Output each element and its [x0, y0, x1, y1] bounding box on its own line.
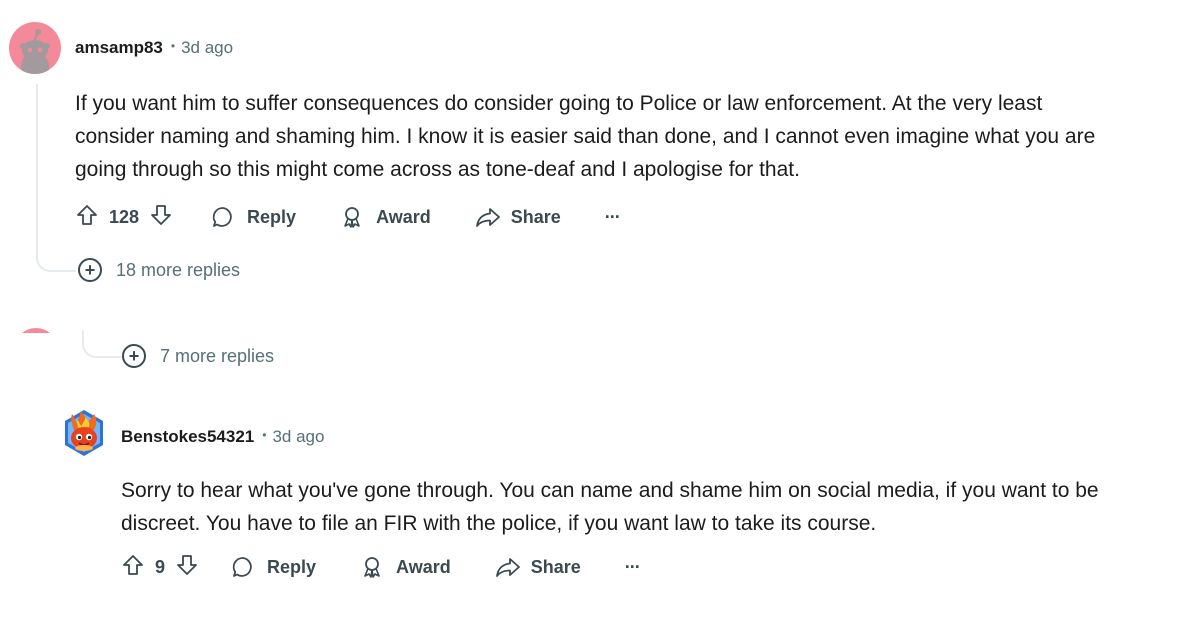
reply-label: Reply: [267, 556, 317, 577]
comment-line: Sorry to hear what you've gone through. …: [121, 479, 1099, 502]
comment-line: discreet. You have to file an FIR with t…: [121, 512, 877, 535]
separator-dot: •: [262, 428, 267, 442]
award-button[interactable]: Award: [340, 205, 431, 229]
avatar[interactable]: [9, 22, 61, 74]
comment-bubble-icon: [211, 205, 235, 229]
downvote-icon[interactable]: [149, 203, 173, 232]
share-button[interactable]: Share: [475, 205, 561, 229]
share-label: Share: [510, 206, 561, 227]
comment-line: going through so this might come across …: [75, 158, 800, 181]
thread-connector: [82, 330, 122, 358]
timestamp[interactable]: 3d ago: [272, 427, 324, 447]
more-replies-button[interactable]: + 18 more replies: [78, 258, 240, 282]
avatar[interactable]: [14, 328, 58, 333]
separator-dot: •: [170, 39, 176, 53]
more-replies-button[interactable]: + 7 more replies: [122, 344, 274, 368]
timestamp[interactable]: 3d ago: [181, 38, 233, 58]
plus-circle-icon: +: [122, 344, 146, 368]
vote-count: 9: [155, 556, 166, 577]
award-icon: [360, 555, 384, 579]
comment-line: If you want him to suffer consequences d…: [75, 92, 1043, 115]
reply-button[interactable]: Reply: [211, 205, 296, 229]
snoo-avatar-icon: [20, 29, 50, 74]
vote-count: 128: [109, 206, 140, 227]
award-button[interactable]: Award: [360, 555, 451, 579]
reply-button[interactable]: Reply: [231, 555, 316, 579]
downvote-icon[interactable]: [175, 553, 199, 582]
upvote-icon[interactable]: [121, 553, 145, 582]
action-bar: 9 Reply Award Share ···: [121, 553, 641, 582]
comment-header: Benstokes54321 • 3d ago: [121, 427, 324, 447]
username[interactable]: Benstokes54321: [121, 427, 254, 447]
reply-label: Reply: [247, 206, 297, 227]
more-replies-label: 18 more replies: [116, 259, 241, 280]
share-button[interactable]: Share: [495, 555, 581, 579]
award-label: Award: [396, 556, 451, 577]
action-bar: 128 Reply Award Share ···: [75, 203, 621, 232]
comment-bubble-icon: [231, 555, 255, 579]
award-icon: [340, 205, 364, 229]
upvote-icon[interactable]: [75, 203, 99, 232]
comment-body: Sorry to hear what you've gone through. …: [121, 474, 1191, 540]
more-options-icon[interactable]: ···: [625, 557, 641, 578]
fire-creature-avatar-icon: [65, 410, 103, 456]
more-replies-label: 7 more replies: [160, 345, 275, 366]
plus-circle-icon: +: [78, 258, 102, 282]
comment-body: If you want him to suffer consequences d…: [75, 87, 1195, 186]
comment-line: consider naming and shaming him. I know …: [75, 125, 1096, 148]
award-label: Award: [376, 206, 431, 227]
username[interactable]: amsamp83: [75, 38, 163, 58]
share-label: Share: [530, 556, 581, 577]
thread-connector: [36, 84, 76, 272]
more-options-icon[interactable]: ···: [605, 207, 621, 228]
comment-header: amsamp83 • 3d ago: [75, 38, 233, 58]
share-arrow-icon: [475, 205, 501, 229]
share-arrow-icon: [495, 555, 521, 579]
avatar-circle: [14, 328, 58, 333]
avatar[interactable]: [62, 408, 106, 456]
